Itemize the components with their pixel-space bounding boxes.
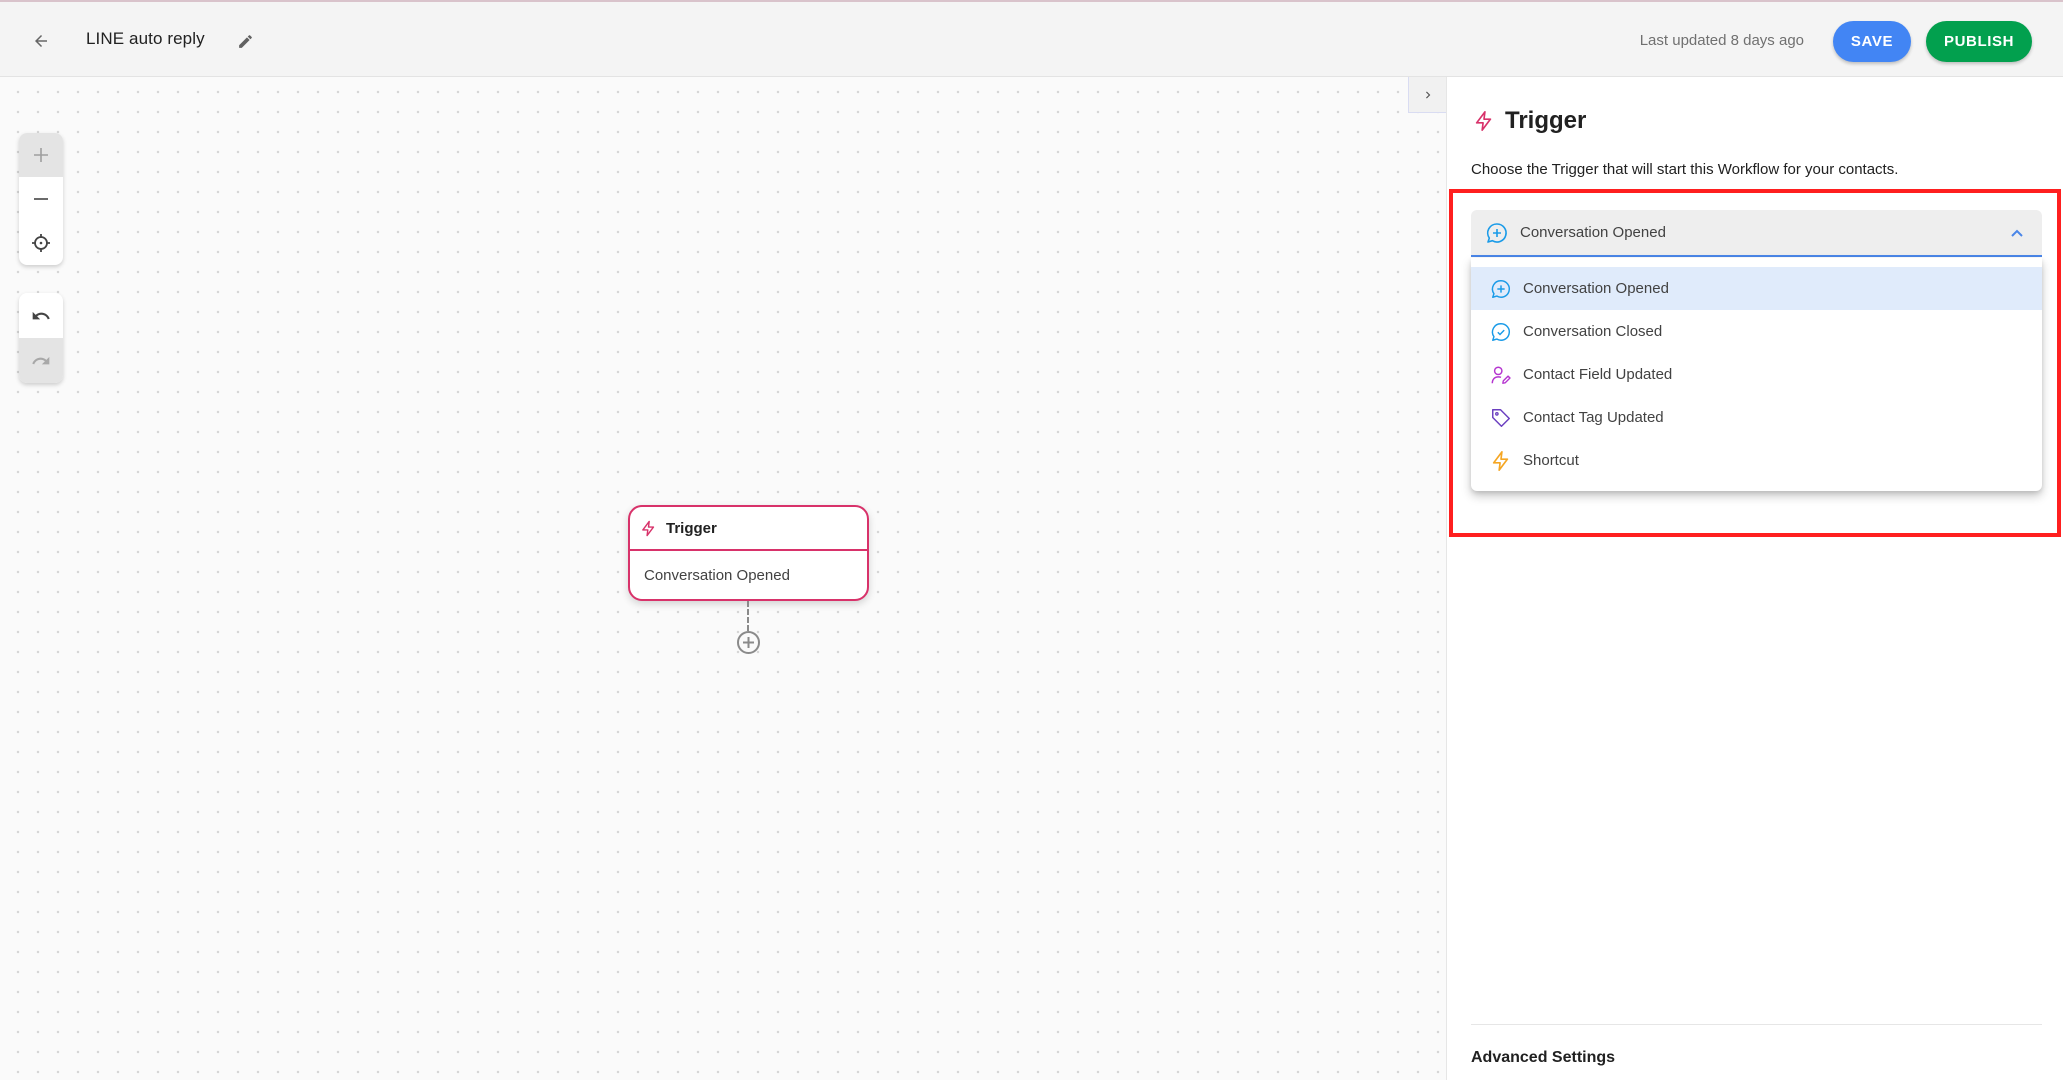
minus-icon (34, 198, 48, 200)
trigger-select-value: Conversation Opened (1520, 224, 1666, 241)
option-label: Contact Tag Updated (1523, 409, 1664, 426)
option-contact-field-updated[interactable]: Contact Field Updated (1471, 353, 2042, 396)
option-shortcut[interactable]: Shortcut (1471, 439, 2042, 482)
arrow-left-icon (35, 35, 47, 47)
trigger-options-menu: Conversation Opened Conversation Closed … (1471, 258, 2042, 491)
history-controls (19, 293, 63, 383)
chat-plus-icon (1486, 222, 1507, 243)
chat-plus-icon (1491, 279, 1510, 298)
crosshair-icon (32, 234, 50, 252)
zoom-in-button[interactable] (19, 133, 63, 177)
top-bar: LINE auto reply Last updated 8 days ago … (0, 0, 2063, 77)
option-conversation-opened[interactable]: Conversation Opened (1471, 267, 2042, 310)
panel-header: Trigger (1473, 107, 1586, 135)
advanced-settings-toggle[interactable]: Advanced Settings (1471, 1049, 1615, 1067)
undo-icon (32, 311, 50, 319)
plus-circle-icon (737, 631, 760, 654)
trigger-node-title: Trigger (666, 519, 717, 537)
edit-title-button[interactable] (232, 28, 258, 54)
chevron-right-icon (1425, 91, 1430, 98)
workflow-title: LINE auto reply (86, 29, 205, 48)
tag-icon (1492, 408, 1510, 427)
trigger-select[interactable]: Conversation Opened (1471, 210, 2042, 257)
chat-check-icon (1491, 322, 1510, 341)
trigger-node[interactable]: Trigger Conversation Opened (628, 505, 869, 601)
recenter-button[interactable] (19, 221, 63, 265)
redo-icon (32, 356, 50, 364)
option-label: Conversation Closed (1523, 323, 1663, 340)
chevron-up-icon (2011, 229, 2023, 237)
save-button[interactable]: SAVE (1833, 21, 1911, 62)
undo-button[interactable] (19, 293, 63, 338)
option-label: Conversation Opened (1523, 280, 1669, 297)
collapse-panel-button[interactable] (1408, 77, 1446, 113)
trigger-node-header: Trigger (630, 507, 867, 551)
user-edit-icon (1491, 365, 1511, 384)
zoom-controls (19, 133, 63, 265)
option-label: Contact Field Updated (1523, 366, 1673, 383)
zoom-out-button[interactable] (19, 177, 63, 221)
pencil-icon (238, 34, 252, 48)
option-label: Shortcut (1523, 452, 1579, 469)
publish-button[interactable]: PUBLISH (1926, 21, 2032, 62)
trigger-node-value: Conversation Opened (644, 567, 790, 584)
redo-button[interactable] (19, 338, 63, 383)
panel-description: Choose the Trigger that will start this … (1471, 161, 1899, 178)
option-contact-tag-updated[interactable]: Contact Tag Updated (1471, 396, 2042, 439)
back-button[interactable] (26, 24, 56, 58)
lightning-icon (1492, 450, 1509, 471)
option-conversation-closed[interactable]: Conversation Closed (1471, 310, 2042, 353)
lightning-icon (642, 520, 655, 536)
trigger-settings-panel: Trigger Choose the Trigger that will sta… (1446, 77, 2063, 1080)
node-connector (747, 601, 749, 631)
workflow-canvas[interactable]: Trigger Conversation Opened (0, 77, 1446, 1080)
divider (1471, 1024, 2042, 1025)
lightning-icon (1475, 111, 1492, 131)
add-step-button[interactable] (736, 630, 761, 655)
panel-title: Trigger (1505, 107, 1587, 134)
plus-icon (34, 148, 48, 162)
last-updated-text: Last updated 8 days ago (1639, 32, 1804, 49)
